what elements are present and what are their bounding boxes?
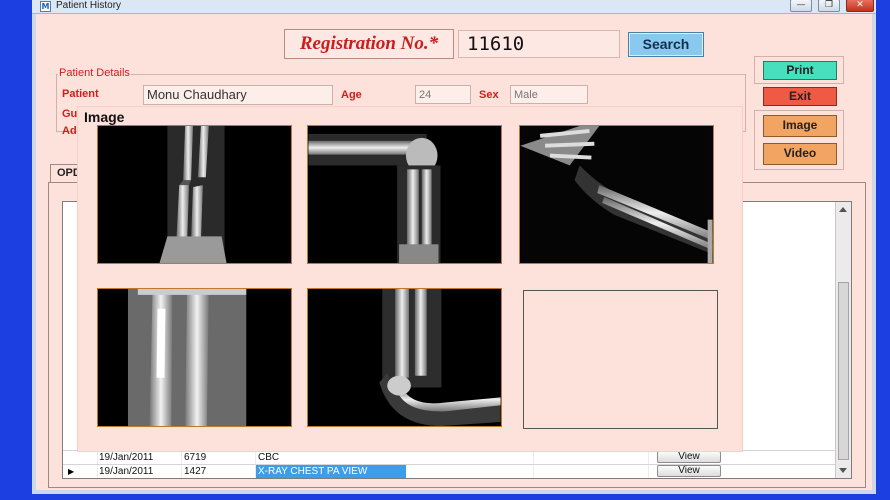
xray-thumbnail-5[interactable]: [307, 288, 502, 427]
xray-elbow-lateral-1-image: [308, 133, 441, 263]
sex-label: Sex: [479, 89, 499, 101]
test-cell-selected[interactable]: X-RAY CHEST PA VIEW: [256, 465, 406, 478]
date-cell: 19/Jan/2011: [99, 452, 154, 463]
view-button[interactable]: View: [657, 451, 721, 463]
scrollbar-thumb[interactable]: [838, 282, 849, 460]
minimize-button[interactable]: —: [790, 0, 812, 12]
xray-forearm-fracture-1-image: [159, 126, 227, 263]
view-button[interactable]: View: [657, 465, 721, 477]
close-window-button[interactable]: ✕: [846, 0, 874, 12]
xray-hand-forearm-image: [520, 126, 713, 263]
patient-details-legend: Patient Details: [58, 67, 131, 79]
current-row-arrow-icon: ▶: [68, 467, 75, 476]
maximize-button[interactable]: ❐: [818, 0, 840, 12]
xray-elbow-lateral-2-image: [379, 289, 501, 426]
xray-thumbnail-2[interactable]: [307, 125, 502, 264]
exit-button[interactable]: Exit: [763, 87, 837, 106]
scroll-down-arrow-icon[interactable]: [839, 468, 847, 473]
empty-image-slot: [523, 290, 718, 429]
number-cell: 6719: [184, 452, 207, 463]
registration-number-input[interactable]: 11610: [458, 30, 620, 58]
xray-thumbnail-3[interactable]: [519, 125, 714, 264]
age-label: Age: [341, 89, 362, 101]
registration-label: Registration No.*: [284, 29, 454, 59]
age-field[interactable]: 24: [415, 85, 471, 104]
patient-label: Patient: [62, 88, 99, 100]
search-button[interactable]: Search: [628, 32, 704, 57]
test-cell: CBC: [258, 452, 280, 463]
number-cell: 1427: [184, 466, 207, 477]
xray-forearm-fracture-2-image: [127, 289, 247, 426]
patient-name-field[interactable]: Monu Chaudhary: [143, 85, 333, 105]
table-row[interactable]: ▶ 19/Jan/2011 1427 X-RAY CHEST PA VIEW V…: [63, 464, 835, 478]
image-viewer-dialog: Image: [78, 107, 742, 451]
table-row[interactable]: 19/Jan/2011 6719 CBC View: [63, 450, 835, 464]
sex-field[interactable]: Male: [510, 85, 588, 104]
xray-thumbnail-1[interactable]: [97, 125, 292, 264]
image-dialog-title: Image: [84, 109, 125, 125]
window-title: Patient History: [56, 0, 122, 11]
xray-thumbnail-4[interactable]: [97, 288, 292, 427]
image-button[interactable]: Image: [763, 115, 837, 137]
video-button[interactable]: Video: [763, 143, 837, 165]
grid-vertical-scrollbar[interactable]: [835, 202, 851, 478]
scroll-up-arrow-icon[interactable]: [839, 207, 847, 212]
app-logo-icon: M: [40, 1, 51, 12]
date-cell: 19/Jan/2011: [99, 466, 154, 477]
title-bar: M Patient History — ❐ ✕: [32, 0, 876, 14]
print-button[interactable]: Print: [763, 61, 837, 80]
